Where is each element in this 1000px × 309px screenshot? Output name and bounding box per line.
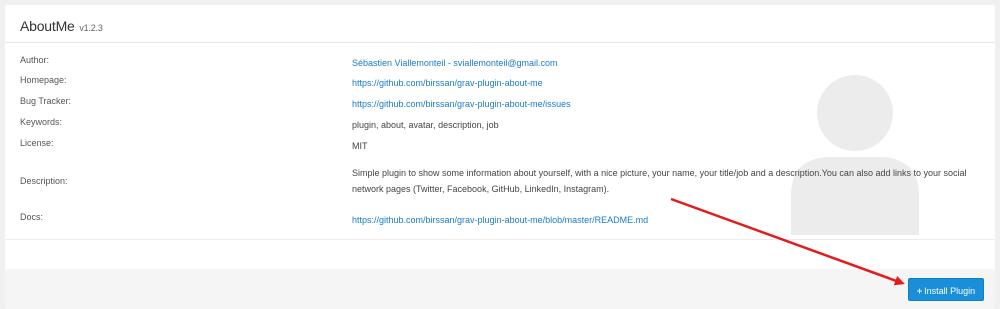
license-value: MIT: [352, 141, 368, 151]
detail-label: Keywords:: [20, 117, 63, 127]
plugin-page: AboutMe v1.2.3 Author: Sébastien Viallem…: [0, 0, 1000, 309]
detail-label: License:: [20, 138, 54, 148]
plugin-version: v1.2.3: [79, 23, 103, 33]
docs-link[interactable]: https://github.com/birssan/grav-plugin-a…: [352, 212, 982, 228]
detail-label: Homepage:: [20, 75, 67, 85]
plugin-name: AboutMe: [20, 18, 75, 34]
plugin-details: Author: Sébastien Viallemonteil - sviall…: [5, 43, 995, 243]
plus-icon: +: [916, 286, 923, 296]
detail-label: Author:: [20, 55, 50, 65]
author-link[interactable]: Sébastien Viallemonteil - sviallemonteil…: [352, 55, 982, 71]
details-divider: [5, 239, 995, 240]
detail-label: Docs:: [20, 212, 44, 222]
detail-label: Description:: [20, 176, 68, 186]
bug-tracker-link[interactable]: https://github.com/birssan/grav-plugin-a…: [352, 96, 982, 112]
homepage-link[interactable]: https://github.com/birssan/grav-plugin-a…: [352, 75, 982, 91]
card-footer: [5, 269, 995, 309]
description-value: Simple plugin to show some information a…: [352, 168, 967, 194]
detail-label: Bug Tracker:: [20, 96, 72, 106]
plugin-card: AboutMe v1.2.3 Author: Sébastien Viallem…: [5, 5, 995, 309]
card-header: AboutMe v1.2.3: [5, 5, 995, 43]
keywords-value: plugin, about, avatar, description, job: [352, 120, 499, 130]
install-plugin-button[interactable]: + Install Plugin: [908, 278, 984, 301]
plugin-title: AboutMe v1.2.3: [20, 18, 103, 34]
install-plugin-label: Install Plugin: [924, 286, 976, 296]
